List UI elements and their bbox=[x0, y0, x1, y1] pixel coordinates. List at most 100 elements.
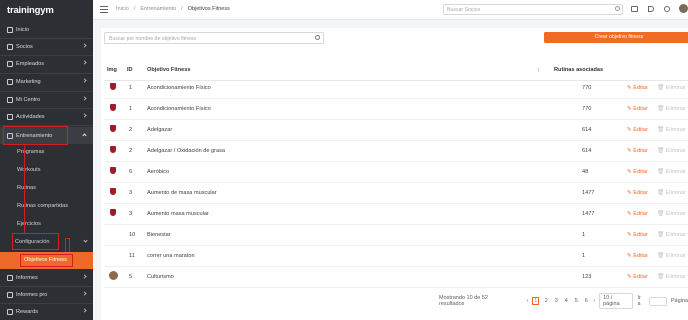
edit-label: Editar bbox=[633, 190, 648, 196]
delete-label: Eliminar bbox=[665, 148, 686, 154]
edit-button[interactable]: ✎ Editar bbox=[627, 253, 648, 259]
chevron-up-icon bbox=[82, 133, 87, 138]
column-header-rutinas[interactable]: Rutinas asociadas bbox=[554, 67, 603, 73]
trash-icon: 🗑 bbox=[657, 211, 665, 217]
chevron-down-icon bbox=[83, 238, 88, 243]
pencil-icon: ✎ bbox=[627, 169, 632, 175]
row-name: Culturismo bbox=[147, 274, 174, 280]
delete-button[interactable]: 🗑 Eliminar bbox=[657, 169, 686, 175]
sidebar-sub-workouts[interactable]: Workouts bbox=[17, 163, 41, 177]
settings-icon[interactable] bbox=[664, 6, 670, 12]
sidebar-item-label: Actividades bbox=[16, 114, 45, 120]
delete-label: Eliminar bbox=[665, 190, 686, 196]
edit-button[interactable]: ✎ Editar bbox=[627, 106, 648, 112]
table-row: 1 Acondicionamiento Físico 770 ✎ Editar 🗑 El… bbox=[104, 78, 688, 99]
sidebar-item-label: Mi Centro bbox=[16, 97, 41, 103]
megaphone-icon[interactable] bbox=[648, 6, 654, 12]
sidebar-item-actividades[interactable]: Actividades bbox=[0, 109, 93, 125]
edit-label: Editar bbox=[633, 232, 648, 238]
delete-button[interactable]: 🗑 Eliminar bbox=[657, 85, 686, 91]
edit-button[interactable]: ✎ Editar bbox=[627, 85, 648, 91]
edit-button[interactable]: ✎ Editar bbox=[627, 127, 648, 133]
delete-button[interactable]: 🗑 Eliminar bbox=[657, 253, 686, 259]
row-name: correr una maraton bbox=[147, 253, 195, 259]
sidebar-sub-ejercicios[interactable]: Ejercicios bbox=[17, 217, 41, 231]
delete-button[interactable]: 🗑 Eliminar bbox=[657, 274, 686, 280]
breadcrumb-current: Objetivos Fitness bbox=[187, 6, 230, 12]
sidebar-item-mi-centro[interactable]: Mi Centro bbox=[0, 92, 93, 108]
sidebar-item-empleados[interactable]: Empleados bbox=[0, 56, 93, 72]
avatar[interactable] bbox=[679, 4, 688, 13]
home-icon bbox=[7, 27, 13, 33]
gift-icon bbox=[7, 309, 13, 315]
column-header-id[interactable]: ID bbox=[127, 67, 133, 73]
sidebar: trainingym Inicio Socios Empleados Marke… bbox=[0, 0, 93, 320]
sidebar-item-marketing[interactable]: Marketing bbox=[0, 74, 93, 90]
trash-icon: 🗑 bbox=[657, 169, 665, 175]
delete-label: Eliminar bbox=[665, 274, 686, 280]
breadcrumb-entrenamiento[interactable]: Entrenamiento bbox=[140, 6, 176, 12]
pencil-icon: ✎ bbox=[627, 232, 632, 238]
delete-button[interactable]: 🗑 Eliminar bbox=[657, 190, 686, 196]
row-name: Aumento de masa muscular bbox=[147, 190, 217, 196]
trash-icon: 🗑 bbox=[657, 274, 665, 280]
edit-button[interactable]: ✎ Editar bbox=[627, 148, 648, 154]
pencil-icon: ✎ bbox=[627, 127, 632, 133]
edit-button[interactable]: ✎ Editar bbox=[627, 274, 648, 280]
edit-label: Editar bbox=[633, 85, 648, 91]
delete-label: Eliminar bbox=[665, 106, 686, 112]
chevron-left-icon[interactable]: ‹ bbox=[526, 298, 528, 304]
users-icon bbox=[7, 44, 13, 50]
sidebar-sub-rutinas[interactable]: Rutinas bbox=[17, 181, 36, 195]
highlight-box bbox=[12, 233, 59, 250]
delete-button[interactable]: 🗑 Eliminar bbox=[657, 127, 686, 133]
page-button[interactable]: 1 bbox=[532, 297, 540, 305]
pagination-summary: Mostrando 10 de 52 resultados bbox=[439, 295, 488, 307]
row-id: 11 bbox=[129, 253, 135, 259]
sidebar-item-inicio[interactable]: Inicio bbox=[0, 22, 93, 38]
page-button[interactable]: 4 bbox=[563, 298, 569, 304]
breadcrumb-inicio[interactable]: Inicio bbox=[116, 6, 129, 12]
create-objective-button[interactable]: Crear objetivo fitness bbox=[544, 32, 688, 43]
goto-page-input[interactable] bbox=[649, 296, 667, 306]
sidebar-item-rewards[interactable]: Rewards bbox=[0, 304, 93, 320]
per-page-select[interactable]: 10 / página bbox=[599, 293, 634, 309]
table-row: 11 correr una maraton 1 ✎ Editar 🗑 Eliminar bbox=[104, 246, 688, 267]
sidebar-item-informes-pro[interactable]: Informes pro bbox=[0, 287, 93, 303]
shield-icon bbox=[110, 167, 116, 174]
edit-button[interactable]: ✎ Editar bbox=[627, 190, 648, 196]
sidebar-item-label: Socios bbox=[16, 44, 33, 50]
page-button[interactable]: 5 bbox=[573, 298, 579, 304]
sort-icon[interactable]: ↕ bbox=[537, 67, 540, 73]
chevron-right-icon[interactable]: › bbox=[593, 298, 595, 304]
delete-label: Eliminar bbox=[665, 211, 686, 217]
row-name: Acondicionamiento Físico bbox=[147, 85, 211, 91]
edit-button[interactable]: ✎ Editar bbox=[627, 211, 648, 217]
pagination: Mostrando 10 de 52 resultados ‹ 1 2 3 4 … bbox=[439, 293, 688, 309]
pencil-icon: ✎ bbox=[627, 253, 632, 259]
page-button[interactable]: 6 bbox=[583, 298, 589, 304]
page-button[interactable]: 2 bbox=[543, 298, 549, 304]
sidebar-item-informes[interactable]: Informes bbox=[0, 270, 93, 286]
sidebar-sub-programas[interactable]: Programas bbox=[17, 145, 44, 159]
row-name: Adelgazar bbox=[147, 127, 173, 133]
camera-icon[interactable] bbox=[631, 6, 638, 12]
menu-icon[interactable] bbox=[100, 6, 108, 13]
global-search-input[interactable]: Buscar Socios bbox=[443, 4, 623, 15]
chevron-right-icon bbox=[82, 291, 87, 296]
row-id: 5 bbox=[129, 274, 133, 280]
sidebar-item-socios[interactable]: Socios bbox=[0, 39, 93, 55]
edit-button[interactable]: ✎ Editar bbox=[627, 169, 648, 175]
delete-button[interactable]: 🗑 Eliminar bbox=[657, 211, 686, 217]
page-button[interactable]: 3 bbox=[553, 298, 559, 304]
delete-button[interactable]: 🗑 Eliminar bbox=[657, 148, 686, 154]
delete-button[interactable]: 🗑 Eliminar bbox=[657, 106, 686, 112]
thumbnail-image bbox=[109, 271, 118, 280]
column-header-objetivo[interactable]: Objetivo Fitness bbox=[147, 67, 191, 73]
chevron-right-icon bbox=[82, 96, 87, 101]
delete-button[interactable]: 🗑 Eliminar bbox=[657, 232, 686, 238]
calendar-icon bbox=[7, 114, 13, 120]
delete-label: Eliminar bbox=[665, 253, 686, 259]
search-input[interactable]: Buscar por nombre de objetivo fitness bbox=[104, 32, 324, 44]
edit-button[interactable]: ✎ Editar bbox=[627, 232, 648, 238]
